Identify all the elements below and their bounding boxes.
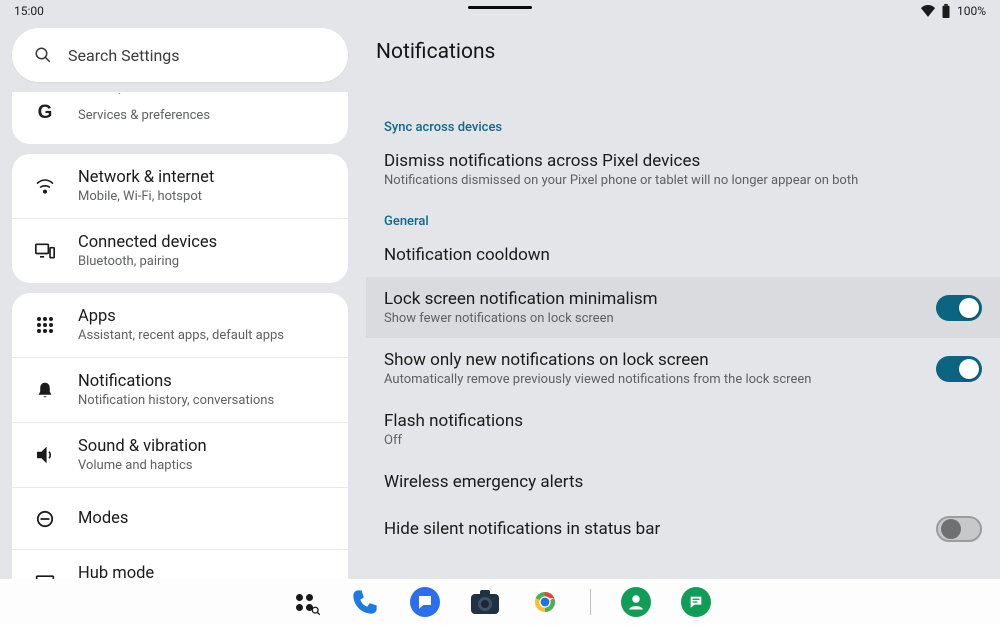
- row-notification-cooldown[interactable]: Notification cooldown: [366, 233, 1000, 277]
- row-subtitle: Notifications dismissed on your Pixel ph…: [384, 173, 982, 188]
- sidebar-item-google[interactable]: G Google Services & preferences: [12, 92, 348, 144]
- row-title: Notification cooldown: [384, 245, 982, 265]
- section-header-general: General: [366, 200, 1000, 233]
- search-input[interactable]: Search Settings: [12, 28, 348, 82]
- row-dismiss-across-devices[interactable]: Dismiss notifications across Pixel devic…: [366, 139, 1000, 200]
- page-title: Notifications: [366, 22, 1000, 80]
- sidebar-item-modes[interactable]: Modes: [12, 487, 348, 549]
- battery-percent: 100%: [957, 4, 986, 18]
- sidebar-item-subtitle: Services & preferences: [78, 108, 210, 123]
- volume-icon: [34, 447, 56, 463]
- bell-icon: [34, 381, 56, 399]
- sidebar-item-subtitle: Bluetooth, pairing: [78, 254, 217, 269]
- settings-sidebar: Search Settings G Google Services & pref…: [0, 22, 360, 625]
- sidebar-item-subtitle: Assistant, recent apps, default apps: [78, 328, 284, 343]
- taskbar: [0, 579, 1000, 625]
- row-sensitive-notifications[interactable]: Sensitive notifications Show sensitive c…: [366, 80, 1000, 91]
- row-only-new-on-lockscreen[interactable]: Show only new notifications on lock scre…: [366, 338, 1000, 399]
- devices-icon: [34, 243, 56, 259]
- gesture-handle[interactable]: [468, 6, 532, 9]
- messages-app-icon[interactable]: [410, 587, 440, 617]
- search-placeholder: Search Settings: [68, 46, 180, 65]
- sidebar-item-label: Apps: [78, 307, 284, 326]
- row-lockscreen-minimalism[interactable]: Lock screen notification minimalism Show…: [366, 277, 1000, 338]
- settings-detail: Notifications Sensitive notifications Sh…: [360, 22, 1000, 625]
- row-wireless-emergency-alerts[interactable]: Wireless emergency alerts: [366, 460, 1000, 504]
- sidebar-item-connected-devices[interactable]: Connected devices Bluetooth, pairing: [12, 218, 348, 283]
- apps-icon: [34, 316, 56, 334]
- wifi-icon: [34, 178, 56, 194]
- sidebar-item-label: Notifications: [78, 372, 274, 391]
- sidebar-item-label: Modes: [78, 509, 128, 528]
- contacts-app-icon[interactable]: [621, 587, 651, 617]
- sidebar-item-label: Connected devices: [78, 233, 217, 252]
- camera-app-icon[interactable]: [470, 587, 500, 617]
- sidebar-item-subtitle: Mobile, Wi-Fi, hotspot: [78, 189, 214, 204]
- chrome-app-icon[interactable]: [530, 587, 560, 617]
- battery-icon: [941, 4, 951, 18]
- section-header-sync: Sync across devices: [366, 106, 1000, 139]
- sidebar-item-label: Network & internet: [78, 168, 214, 187]
- row-subtitle: Off: [384, 433, 982, 448]
- dock-divider: [590, 589, 591, 615]
- toggle-only-new-on-lockscreen[interactable]: [936, 356, 982, 382]
- sidebar-item-subtitle: Volume and haptics: [78, 458, 207, 473]
- phone-app-icon[interactable]: [350, 587, 380, 617]
- sidebar-item-label: Sound & vibration: [78, 437, 207, 456]
- sidebar-item-network[interactable]: Network & internet Mobile, Wi-Fi, hotspot: [12, 154, 348, 218]
- sidebar-item-label: Google: [78, 92, 210, 94]
- row-hide-silent-statusbar[interactable]: Hide silent notifications in status bar: [366, 504, 1000, 554]
- sidebar-item-notifications[interactable]: Notifications Notification history, conve…: [12, 357, 348, 422]
- row-title: Hide silent notifications in status bar: [384, 519, 922, 539]
- search-icon: [34, 46, 52, 64]
- row-flash-notifications[interactable]: Flash notifications Off: [366, 399, 1000, 460]
- row-title: Lock screen notification minimalism: [384, 289, 922, 309]
- sidebar-item-apps[interactable]: Apps Assistant, recent apps, default apps: [12, 293, 348, 357]
- row-title: Dismiss notifications across Pixel devic…: [384, 151, 982, 171]
- toggle-lockscreen-minimalism[interactable]: [936, 295, 982, 321]
- row-subtitle: Automatically remove previously viewed n…: [384, 372, 922, 387]
- row-title: Flash notifications: [384, 411, 982, 431]
- status-bar: 15:00 100%: [0, 0, 1000, 22]
- toggle-hide-silent-statusbar[interactable]: [936, 516, 982, 542]
- row-title: Wireless emergency alerts: [384, 472, 982, 492]
- row-subtitle: Show fewer notifications on lock screen: [384, 311, 922, 326]
- wifi-status-icon: [921, 5, 935, 17]
- row-title: Show only new notifications on lock scre…: [384, 350, 922, 370]
- sidebar-item-subtitle: Notification history, conversations: [78, 393, 274, 408]
- google-icon: G: [34, 102, 56, 124]
- app-launcher-icon[interactable]: [290, 587, 320, 617]
- sidebar-item-sound[interactable]: Sound & vibration Volume and haptics: [12, 422, 348, 487]
- modes-icon: [34, 510, 56, 528]
- messages-green-app-icon[interactable]: [681, 587, 711, 617]
- clock: 15:00: [14, 4, 44, 18]
